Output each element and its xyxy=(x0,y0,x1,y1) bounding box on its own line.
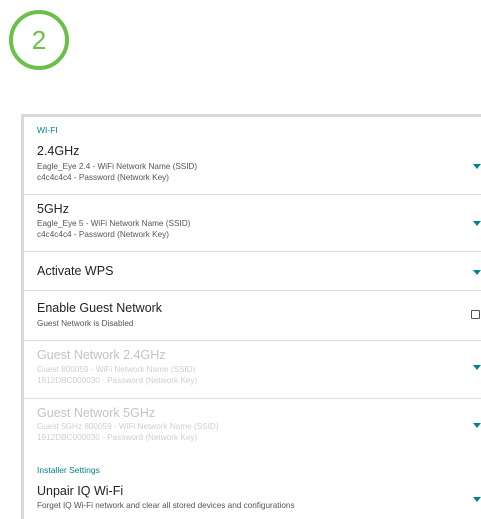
ssid-line: Eagle_Eye 2.4 - WiFi Network Name (SSID) xyxy=(37,162,198,171)
unpair-iq-wifi-row[interactable]: Unpair IQ Wi-Fi Forget IQ Wi-Fi network … xyxy=(24,479,481,519)
guest-status-line: Guest Network is Disabled xyxy=(37,319,134,328)
row-title: Enable Guest Network xyxy=(37,301,163,315)
unpair-description: Forget IQ Wi-Fi network and clear all st… xyxy=(37,501,295,510)
row-title: Guest Network 5GHz xyxy=(37,406,156,420)
step-number-badge: 2 xyxy=(9,10,69,70)
row-title: 5GHz xyxy=(37,202,69,216)
row-title: Guest Network 2.4GHz xyxy=(37,348,166,362)
chevron-down-icon[interactable] xyxy=(473,221,481,226)
installer-section-header: Installer Settings xyxy=(37,465,100,475)
ssid-line: Guest 5GHz 800059 - WiFi Network Name (S… xyxy=(37,422,219,431)
chevron-down-icon[interactable] xyxy=(473,497,481,502)
wifi-2-4ghz-row[interactable]: 2.4GHz Eagle_Eye 2.4 - WiFi Network Name… xyxy=(24,139,481,195)
row-title: Activate WPS xyxy=(37,264,114,278)
guest-network-5ghz-row: Guest Network 5GHz Guest 5GHz 800059 - W… xyxy=(24,399,481,459)
enable-guest-network-row[interactable]: Enable Guest Network Guest Network is Di… xyxy=(24,291,481,341)
password-line: 1912DBC000030 - Password (Network Key) xyxy=(37,433,198,442)
wifi-5ghz-row[interactable]: 5GHz Eagle_Eye 5 - WiFi Network Name (SS… xyxy=(24,195,481,252)
settings-panel: WI-FI 2.4GHz Eagle_Eye 2.4 - WiFi Networ… xyxy=(21,114,481,519)
row-title: Unpair IQ Wi-Fi xyxy=(37,484,124,498)
chevron-down-icon[interactable] xyxy=(473,270,481,275)
password-line: 1912DBC000030 - Password (Network Key) xyxy=(37,376,198,385)
ssid-line: Eagle_Eye 5 - WiFi Network Name (SSID) xyxy=(37,219,191,228)
row-title: 2.4GHz xyxy=(37,144,80,158)
ssid-line: Guest 800059 - WiFi Network Name (SSID) xyxy=(37,365,196,374)
activate-wps-row[interactable]: Activate WPS xyxy=(24,252,481,291)
wifi-section-header: WI-FI xyxy=(37,125,58,135)
chevron-down-icon[interactable] xyxy=(473,164,481,169)
guest-network-checkbox[interactable] xyxy=(471,310,480,319)
password-line: c4c4c4c4 - Password (Network Key) xyxy=(37,173,169,182)
chevron-down-icon xyxy=(473,365,481,370)
settings-page: 2 WI-FI 2.4GHz Eagle_Eye 2.4 - WiFi Netw… xyxy=(0,0,481,519)
chevron-down-icon xyxy=(473,423,481,428)
step-number: 2 xyxy=(31,24,47,55)
password-line: c4c4c4c4 - Password (Network Key) xyxy=(37,230,169,239)
guest-network-2-4ghz-row: Guest Network 2.4GHz Guest 800059 - WiFi… xyxy=(24,341,481,399)
